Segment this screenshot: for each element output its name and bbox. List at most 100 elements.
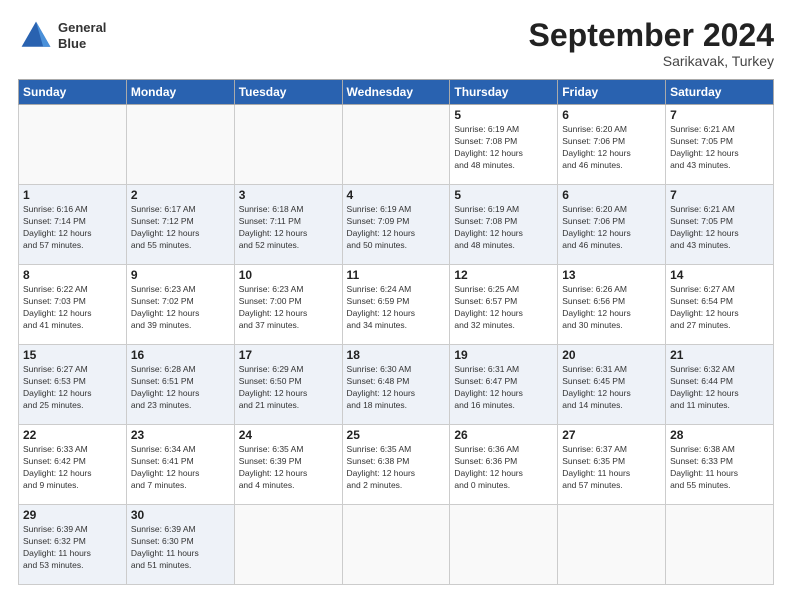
calendar-cell: 5 Sunrise: 6:19 AMSunset: 7:08 PMDayligh…: [450, 185, 558, 265]
day-number: 12: [454, 268, 553, 282]
day-number: 10: [239, 268, 338, 282]
calendar-cell: 10 Sunrise: 6:23 AMSunset: 7:00 PMDaylig…: [234, 265, 342, 345]
day-number: 26: [454, 428, 553, 442]
day-number: 21: [670, 348, 769, 362]
calendar-cell: 20 Sunrise: 6:31 AMSunset: 6:45 PMDaylig…: [558, 345, 666, 425]
cell-content: Sunrise: 6:39 AMSunset: 6:32 PMDaylight:…: [23, 524, 122, 572]
cell-content: Sunrise: 6:38 AMSunset: 6:33 PMDaylight:…: [670, 444, 769, 492]
day-number: 8: [23, 268, 122, 282]
calendar-week-row: 8 Sunrise: 6:22 AMSunset: 7:03 PMDayligh…: [19, 265, 774, 345]
cell-content: Sunrise: 6:18 AMSunset: 7:11 PMDaylight:…: [239, 204, 338, 252]
calendar-cell: 12 Sunrise: 6:25 AMSunset: 6:57 PMDaylig…: [450, 265, 558, 345]
day-number: 6: [562, 188, 661, 202]
day-header-monday: Monday: [126, 80, 234, 105]
day-number: 13: [562, 268, 661, 282]
calendar-cell: 1 Sunrise: 6:16 AMSunset: 7:14 PMDayligh…: [19, 185, 127, 265]
calendar-cell: 24 Sunrise: 6:35 AMSunset: 6:39 PMDaylig…: [234, 425, 342, 505]
cell-content: Sunrise: 6:24 AMSunset: 6:59 PMDaylight:…: [347, 284, 446, 332]
day-number: 9: [131, 268, 230, 282]
calendar-cell: 14 Sunrise: 6:27 AMSunset: 6:54 PMDaylig…: [666, 265, 774, 345]
calendar-cell: 6 Sunrise: 6:20 AMSunset: 7:06 PMDayligh…: [558, 105, 666, 185]
calendar-week-row: 1 Sunrise: 6:16 AMSunset: 7:14 PMDayligh…: [19, 185, 774, 265]
cell-content: Sunrise: 6:20 AMSunset: 7:06 PMDaylight:…: [562, 204, 661, 252]
calendar-cell: 4 Sunrise: 6:19 AMSunset: 7:09 PMDayligh…: [342, 185, 450, 265]
day-number: 16: [131, 348, 230, 362]
day-number: 17: [239, 348, 338, 362]
cell-content: Sunrise: 6:23 AMSunset: 7:02 PMDaylight:…: [131, 284, 230, 332]
calendar-cell: 13 Sunrise: 6:26 AMSunset: 6:56 PMDaylig…: [558, 265, 666, 345]
calendar-cell: 25 Sunrise: 6:35 AMSunset: 6:38 PMDaylig…: [342, 425, 450, 505]
cell-content: Sunrise: 6:30 AMSunset: 6:48 PMDaylight:…: [347, 364, 446, 412]
cell-content: Sunrise: 6:34 AMSunset: 6:41 PMDaylight:…: [131, 444, 230, 492]
day-header-friday: Friday: [558, 80, 666, 105]
calendar-cell: 8 Sunrise: 6:22 AMSunset: 7:03 PMDayligh…: [19, 265, 127, 345]
calendar-cell: 2 Sunrise: 6:17 AMSunset: 7:12 PMDayligh…: [126, 185, 234, 265]
calendar-cell: 15 Sunrise: 6:27 AMSunset: 6:53 PMDaylig…: [19, 345, 127, 425]
cell-content: Sunrise: 6:31 AMSunset: 6:45 PMDaylight:…: [562, 364, 661, 412]
calendar-cell: 26 Sunrise: 6:36 AMSunset: 6:36 PMDaylig…: [450, 425, 558, 505]
calendar-cell: 7 Sunrise: 6:21 AMSunset: 7:05 PMDayligh…: [666, 105, 774, 185]
logo-text: General Blue: [58, 20, 106, 51]
calendar-week-row: 5 Sunrise: 6:19 AMSunset: 7:08 PMDayligh…: [19, 105, 774, 185]
day-number: 4: [347, 188, 446, 202]
cell-content: Sunrise: 6:29 AMSunset: 6:50 PMDaylight:…: [239, 364, 338, 412]
day-number: 11: [347, 268, 446, 282]
day-number: 23: [131, 428, 230, 442]
calendar-table: SundayMondayTuesdayWednesdayThursdayFrid…: [18, 79, 774, 585]
calendar-cell: 18 Sunrise: 6:30 AMSunset: 6:48 PMDaylig…: [342, 345, 450, 425]
cell-content: Sunrise: 6:31 AMSunset: 6:47 PMDaylight:…: [454, 364, 553, 412]
calendar-cell: [342, 505, 450, 585]
day-number: 25: [347, 428, 446, 442]
day-number: 27: [562, 428, 661, 442]
day-number: 15: [23, 348, 122, 362]
calendar-cell: [234, 105, 342, 185]
day-number: 24: [239, 428, 338, 442]
cell-content: Sunrise: 6:39 AMSunset: 6:30 PMDaylight:…: [131, 524, 230, 572]
day-number: 19: [454, 348, 553, 362]
calendar-cell: [234, 505, 342, 585]
day-number: 14: [670, 268, 769, 282]
calendar-cell: [126, 105, 234, 185]
calendar-week-row: 15 Sunrise: 6:27 AMSunset: 6:53 PMDaylig…: [19, 345, 774, 425]
calendar-cell: 28 Sunrise: 6:38 AMSunset: 6:33 PMDaylig…: [666, 425, 774, 505]
day-header-thursday: Thursday: [450, 80, 558, 105]
calendar-cell: 16 Sunrise: 6:28 AMSunset: 6:51 PMDaylig…: [126, 345, 234, 425]
cell-content: Sunrise: 6:27 AMSunset: 6:54 PMDaylight:…: [670, 284, 769, 332]
calendar-cell: 29 Sunrise: 6:39 AMSunset: 6:32 PMDaylig…: [19, 505, 127, 585]
cell-content: Sunrise: 6:32 AMSunset: 6:44 PMDaylight:…: [670, 364, 769, 412]
day-header-tuesday: Tuesday: [234, 80, 342, 105]
calendar-cell: [19, 105, 127, 185]
header: General Blue September 2024 Sarikavak, T…: [18, 18, 774, 69]
calendar-cell: [342, 105, 450, 185]
cell-content: Sunrise: 6:35 AMSunset: 6:39 PMDaylight:…: [239, 444, 338, 492]
calendar-cell: 19 Sunrise: 6:31 AMSunset: 6:47 PMDaylig…: [450, 345, 558, 425]
day-number: 5: [454, 188, 553, 202]
cell-content: Sunrise: 6:21 AMSunset: 7:05 PMDaylight:…: [670, 124, 769, 172]
calendar-cell: 6 Sunrise: 6:20 AMSunset: 7:06 PMDayligh…: [558, 185, 666, 265]
title-block: September 2024 Sarikavak, Turkey: [529, 18, 774, 69]
cell-content: Sunrise: 6:37 AMSunset: 6:35 PMDaylight:…: [562, 444, 661, 492]
day-header-saturday: Saturday: [666, 80, 774, 105]
calendar-cell: 23 Sunrise: 6:34 AMSunset: 6:41 PMDaylig…: [126, 425, 234, 505]
cell-content: Sunrise: 6:23 AMSunset: 7:00 PMDaylight:…: [239, 284, 338, 332]
day-number: 7: [670, 108, 769, 122]
calendar-cell: 5 Sunrise: 6:19 AMSunset: 7:08 PMDayligh…: [450, 105, 558, 185]
day-header-sunday: Sunday: [19, 80, 127, 105]
day-number: 3: [239, 188, 338, 202]
day-number: 6: [562, 108, 661, 122]
calendar-cell: 9 Sunrise: 6:23 AMSunset: 7:02 PMDayligh…: [126, 265, 234, 345]
calendar-header-row: SundayMondayTuesdayWednesdayThursdayFrid…: [19, 80, 774, 105]
calendar-cell: [666, 505, 774, 585]
cell-content: Sunrise: 6:26 AMSunset: 6:56 PMDaylight:…: [562, 284, 661, 332]
calendar-week-row: 22 Sunrise: 6:33 AMSunset: 6:42 PMDaylig…: [19, 425, 774, 505]
cell-content: Sunrise: 6:16 AMSunset: 7:14 PMDaylight:…: [23, 204, 122, 252]
cell-content: Sunrise: 6:19 AMSunset: 7:08 PMDaylight:…: [454, 124, 553, 172]
cell-content: Sunrise: 6:25 AMSunset: 6:57 PMDaylight:…: [454, 284, 553, 332]
calendar-cell: [558, 505, 666, 585]
month-title: September 2024: [529, 18, 774, 53]
cell-content: Sunrise: 6:33 AMSunset: 6:42 PMDaylight:…: [23, 444, 122, 492]
cell-content: Sunrise: 6:19 AMSunset: 7:08 PMDaylight:…: [454, 204, 553, 252]
calendar-cell: 22 Sunrise: 6:33 AMSunset: 6:42 PMDaylig…: [19, 425, 127, 505]
day-number: 18: [347, 348, 446, 362]
day-number: 1: [23, 188, 122, 202]
